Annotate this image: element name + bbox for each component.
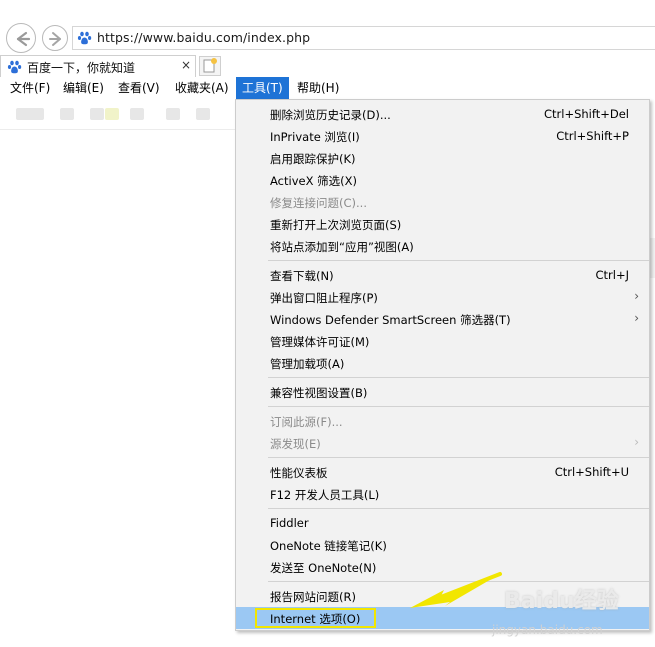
- favorites-bar: [0, 99, 236, 130]
- watermark-brand: Baidu经验: [504, 589, 619, 614]
- menu-item-label: 管理加载项(A): [270, 357, 345, 371]
- menu-item-smartscreen[interactable]: Windows Defender SmartScreen 筛选器(T) ›: [236, 308, 649, 330]
- menu-separator: [268, 260, 649, 261]
- menu-item-inprivate[interactable]: InPrivate 浏览(I) Ctrl+Shift+P: [236, 125, 649, 147]
- new-tab-icon: [203, 58, 217, 73]
- menu-item-shortcut: Ctrl+Shift+P: [556, 129, 629, 143]
- favorite-link[interactable]: [105, 108, 119, 120]
- favorite-link[interactable]: [16, 108, 44, 120]
- menu-item-delete-history[interactable]: 删除浏览历史记录(D)... Ctrl+Shift+Del: [236, 103, 649, 125]
- menu-separator: [268, 457, 649, 458]
- menu-edit[interactable]: 编辑(E): [57, 77, 110, 99]
- menu-item-label: Fiddler: [270, 516, 309, 530]
- menu-item-compat-view[interactable]: 兼容性视图设置(B): [236, 381, 649, 403]
- menu-item-label: 弹出窗口阻止程序(P): [270, 291, 378, 305]
- menu-item-onenote-linked-notes[interactable]: OneNote 链接笔记(K): [236, 534, 649, 556]
- tab-title: 百度一下，你就知道: [27, 61, 136, 75]
- menu-file[interactable]: 文件(F): [4, 77, 56, 99]
- forward-arrow-icon: [49, 32, 61, 46]
- menu-item-shortcut: Ctrl+J: [595, 268, 630, 282]
- favorite-link[interactable]: [130, 108, 144, 120]
- menu-item-shortcut: Ctrl+Shift+U: [554, 465, 629, 479]
- browser-window: https://www.baidu.com/index.php 百度一下，你就知…: [0, 0, 655, 647]
- favorite-link[interactable]: [196, 108, 210, 120]
- menu-item-performance-dashboard[interactable]: 性能仪表板 Ctrl+Shift+U: [236, 461, 649, 483]
- tab-baidu[interactable]: 百度一下，你就知道 ×: [0, 55, 196, 77]
- address-bar-row: https://www.baidu.com/index.php: [0, 17, 655, 57]
- menu-item-f12-devtools[interactable]: F12 开发人员工具(L): [236, 483, 649, 505]
- menu-item-activex-filter[interactable]: ActiveX 筛选(X): [236, 169, 649, 191]
- watermark-site: jingyan.baidu.com: [492, 623, 603, 637]
- menu-item-label: Internet 选项(O): [270, 612, 361, 626]
- menu-item-popup-blocker[interactable]: 弹出窗口阻止程序(P) ›: [236, 286, 649, 308]
- menu-item-label: 重新打开上次浏览页面(S): [270, 218, 402, 232]
- menu-item-label: 兼容性视图设置(B): [270, 386, 368, 400]
- menu-item-label: 删除浏览历史记录(D)...: [270, 108, 391, 122]
- menu-item-label: 管理媒体许可证(M): [270, 335, 370, 349]
- tab-bar: 百度一下，你就知道 ×: [0, 55, 655, 77]
- menu-item-label: OneNote 链接笔记(K): [270, 539, 387, 553]
- menu-item-label: ActiveX 筛选(X): [270, 174, 357, 188]
- menu-item-tracking-protection[interactable]: 启用跟踪保护(K): [236, 147, 649, 169]
- watermark: Baidu经验 jingyan.baidu.com: [492, 583, 652, 647]
- menu-item-reopen-session[interactable]: 重新打开上次浏览页面(S): [236, 213, 649, 235]
- menu-separator: [268, 508, 649, 509]
- menu-item-label: 发送至 OneNote(N): [270, 561, 377, 575]
- back-button[interactable]: [6, 23, 36, 53]
- menu-favorites[interactable]: 收藏夹(A): [169, 77, 235, 99]
- back-arrow-icon: [16, 31, 31, 47]
- submenu-chevron-icon: ›: [634, 435, 639, 449]
- menu-item-label: Windows Defender SmartScreen 筛选器(T): [270, 313, 511, 327]
- menu-item-label: 启用跟踪保护(K): [270, 152, 356, 166]
- menu-item-label: F12 开发人员工具(L): [270, 488, 380, 502]
- menu-item-feed-discovery: 源发现(E) ›: [236, 432, 649, 454]
- favorite-link[interactable]: [90, 108, 104, 120]
- menu-item-label: 源发现(E): [270, 437, 321, 451]
- forward-button[interactable]: [42, 25, 68, 51]
- menu-help[interactable]: 帮助(H): [291, 77, 345, 99]
- tab-close-button[interactable]: ×: [181, 58, 191, 72]
- menu-view[interactable]: 查看(V): [112, 77, 166, 99]
- menu-separator: [268, 377, 649, 378]
- menu-item-fix-connection: 修复连接问题(C)...: [236, 191, 649, 213]
- menu-tools[interactable]: 工具(T): [236, 77, 289, 99]
- menu-item-label: 订阅此源(F)...: [270, 415, 343, 429]
- menu-item-fiddler[interactable]: Fiddler: [236, 512, 649, 534]
- favorite-link[interactable]: [166, 108, 180, 120]
- address-input[interactable]: https://www.baidu.com/index.php: [72, 26, 655, 50]
- menu-item-label: 将站点添加到“应用”视图(A): [270, 240, 414, 254]
- menu-bar: 文件(F) 编辑(E) 查看(V) 收藏夹(A) 工具(T) 帮助(H): [0, 77, 655, 99]
- menu-item-label: 查看下载(N): [270, 269, 334, 283]
- menu-item-view-downloads[interactable]: 查看下载(N) Ctrl+J: [236, 264, 649, 286]
- baidu-paw-icon: [7, 59, 23, 79]
- favorite-link[interactable]: [60, 108, 74, 120]
- menu-item-manage-addons[interactable]: 管理加载项(A): [236, 352, 649, 374]
- submenu-chevron-icon: ›: [634, 289, 639, 303]
- menu-item-label: 修复连接问题(C)...: [270, 196, 367, 210]
- new-tab-button[interactable]: [199, 56, 221, 76]
- baidu-paw-icon: [77, 30, 93, 50]
- menu-item-shortcut: Ctrl+Shift+Del: [544, 107, 629, 121]
- menu-item-label: 报告网站问题(R): [270, 590, 356, 604]
- menu-item-media-licenses[interactable]: 管理媒体许可证(M): [236, 330, 649, 352]
- menu-separator: [268, 406, 649, 407]
- address-url: https://www.baidu.com/index.php: [97, 30, 311, 45]
- menu-item-label: InPrivate 浏览(I): [270, 130, 360, 144]
- menu-item-add-to-apps[interactable]: 将站点添加到“应用”视图(A): [236, 235, 649, 257]
- menu-item-label: 性能仪表板: [270, 466, 328, 480]
- submenu-chevron-icon: ›: [634, 311, 639, 325]
- tools-dropdown-menu: 删除浏览历史记录(D)... Ctrl+Shift+Del InPrivate …: [235, 99, 650, 631]
- menu-item-subscribe-feed: 订阅此源(F)...: [236, 410, 649, 432]
- favorites-divider: [0, 129, 236, 130]
